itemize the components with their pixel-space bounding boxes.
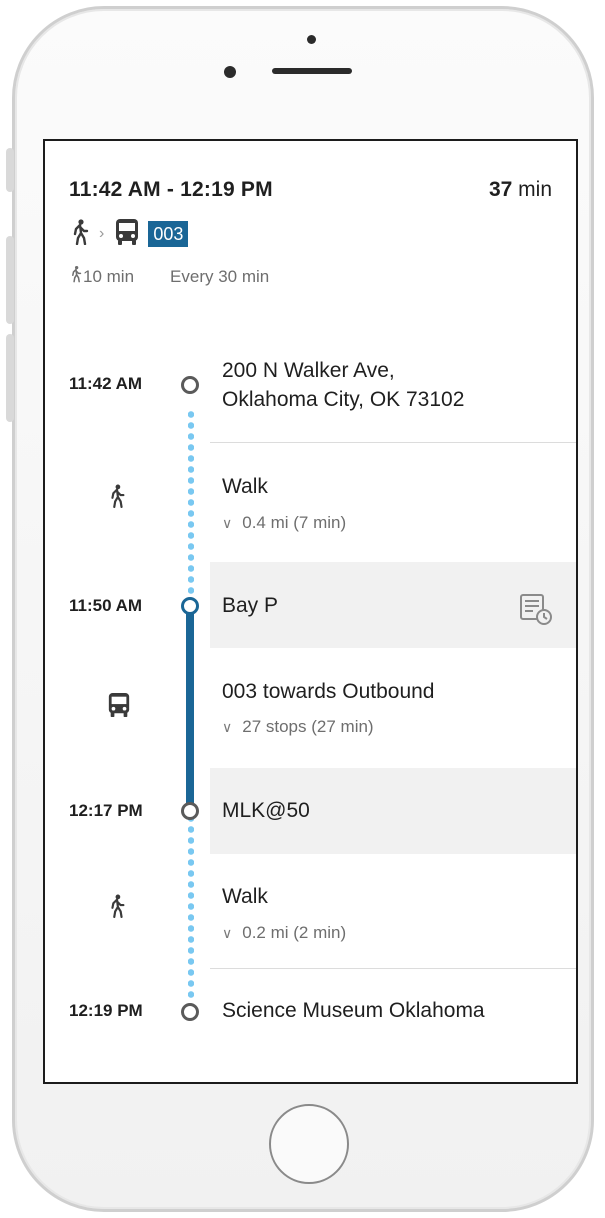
trip-duration: 37 min <box>489 178 552 202</box>
mute-switch <box>6 148 14 192</box>
front-camera <box>224 66 236 78</box>
stop-time: 12:19 PM <box>69 1001 143 1020</box>
route-badge: 003 <box>148 221 189 247</box>
walk-path-dotted <box>188 409 194 597</box>
chevron-down-icon: ∨ <box>222 924 233 941</box>
duration-value: 37 <box>488 178 513 201</box>
stop-time: 11:50 AM <box>69 596 143 615</box>
volume-up-button <box>6 236 14 324</box>
trip-time-range: 11:42 AM - 12:19 PM <box>69 178 273 201</box>
walk-icon <box>69 218 91 250</box>
mode-summary: › 003 <box>69 218 189 251</box>
leg-title: Walk <box>222 475 268 498</box>
stop-marker <box>181 597 199 615</box>
walk-small-icon <box>69 265 83 288</box>
origin-address-line1[interactable]: 200 N Walker Ave, <box>222 357 395 385</box>
walk-path-dotted <box>188 813 194 999</box>
schedule-icon[interactable] <box>518 591 554 632</box>
bus-icon <box>114 218 140 251</box>
service-frequency: Every 30 min <box>170 266 270 286</box>
earpiece-speaker <box>272 68 352 74</box>
chevron-down-icon: ∨ <box>222 718 233 735</box>
proximity-sensor <box>307 35 316 44</box>
walk-icon <box>107 893 127 924</box>
volume-down-button <box>6 334 14 422</box>
stop-name[interactable]: MLK@50 <box>222 797 310 825</box>
leg-expand-toggle[interactable]: ∨ 0.2 mi (2 min) <box>222 923 346 943</box>
stop-marker <box>181 802 199 820</box>
walk-total-time: 10 min <box>83 266 135 286</box>
leg-detail: 0.2 mi (2 min) <box>242 923 347 942</box>
home-button[interactable] <box>269 1104 349 1184</box>
leg-expand-toggle[interactable]: ∨ 27 stops (27 min) <box>222 717 374 737</box>
duration-unit: min <box>518 178 552 201</box>
leg-expand-toggle[interactable]: ∨ 0.4 mi (7 min) <box>222 513 346 533</box>
stop-name[interactable]: Bay P <box>222 592 278 620</box>
leg-detail: 27 stops (27 min) <box>242 717 374 736</box>
chevron-right-icon: › <box>99 225 105 242</box>
destination-name[interactable]: Science Museum Oklahoma <box>222 997 485 1025</box>
trip-summary-info: 10 min Every 30 min <box>69 265 269 288</box>
leg-title: 003 towards Outbound <box>222 680 435 703</box>
leg-title: Walk <box>222 885 268 908</box>
leg-detail: 0.4 mi (7 min) <box>242 513 347 532</box>
divider <box>210 442 576 443</box>
bus-route-line <box>186 605 194 803</box>
bus-icon <box>107 691 131 724</box>
walk-icon <box>107 483 127 514</box>
trip-details-screen: 11:42 AM - 12:19 PM 37 min › 003 10 min … <box>43 139 578 1084</box>
stop-time: 11:42 AM <box>69 374 143 393</box>
stop-time: 12:17 PM <box>69 801 143 820</box>
stop-marker <box>181 376 199 394</box>
stop-marker <box>181 1003 199 1021</box>
origin-address-line2[interactable]: Oklahoma City, OK 73102 <box>222 386 464 414</box>
chevron-down-icon: ∨ <box>222 514 233 531</box>
divider <box>210 968 576 969</box>
